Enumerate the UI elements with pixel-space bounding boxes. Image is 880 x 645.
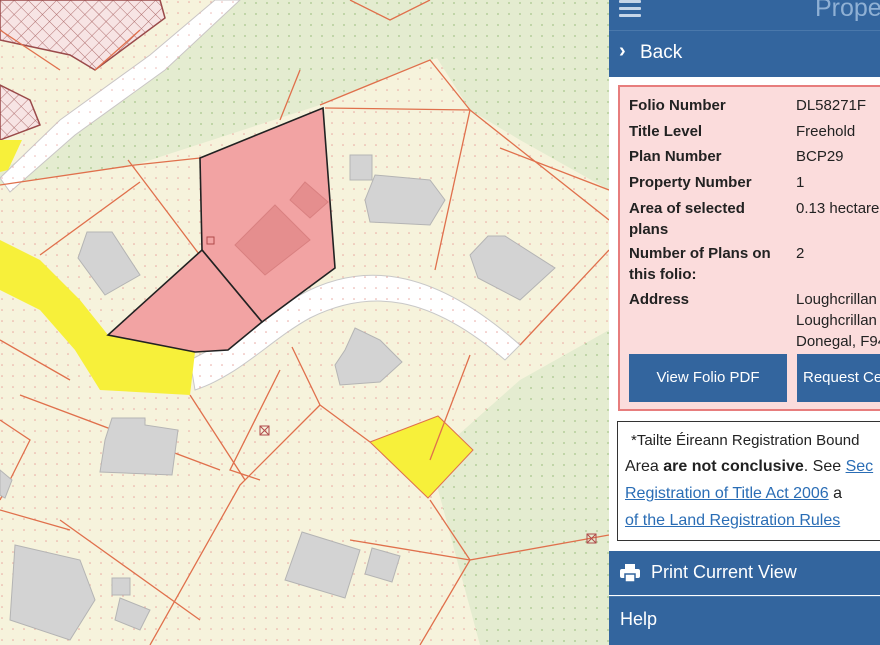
field-value: 2 [796, 245, 805, 262]
disclaimer-text: Area [625, 458, 664, 475]
help-button[interactable]: Help [609, 596, 880, 645]
section-link[interactable]: Sec [846, 458, 874, 475]
disclaimer-line-1: *Tailte Éireann Registration Bound [631, 432, 860, 449]
field-label: Property Number [629, 174, 752, 191]
field-label: Plan Number [629, 148, 722, 165]
print-current-view-button[interactable]: Print Current View [609, 551, 880, 595]
field-label: Title Level [629, 123, 703, 140]
field-label: Folio Number [629, 97, 726, 114]
chevron-right-icon: › [619, 40, 626, 62]
menu-icon[interactable] [619, 0, 641, 18]
field-value: DL58271F [796, 97, 867, 114]
print-label: Print Current View [651, 562, 797, 582]
field-label: Area of selected plans [629, 200, 745, 238]
address-line-1: Loughcrillan [796, 291, 877, 308]
land-registration-rules-link[interactable]: of the Land Registration Rules [625, 512, 840, 529]
panel-title: Prope [815, 0, 880, 22]
property-panel: Prope › Back Folio Number DL58271F Title… [609, 0, 880, 645]
field-value: BCP29 [796, 148, 844, 165]
registration-act-link[interactable]: Registration of Title Act 2006 [625, 485, 829, 502]
disclaimer-bold: are not conclusive [663, 458, 804, 475]
back-button[interactable]: › Back [609, 30, 880, 77]
property-info-card: Folio Number DL58271F Title Level Freeho… [618, 85, 880, 411]
field-value: Loughcrillan Loughcrillan Donegal, F94 [796, 289, 880, 352]
field-value: Freehold [796, 123, 856, 140]
field-label: Number of Plans on this folio: [629, 245, 771, 283]
disclaimer-line-3: Registration of Title Act 2006 a [625, 481, 842, 507]
address-line-3: Donegal, F94 [796, 333, 880, 350]
disclaimer-text: . See [803, 458, 846, 475]
view-folio-pdf-button[interactable]: View Folio PDF [629, 354, 787, 402]
address-line-2: Loughcrillan [796, 312, 877, 329]
disclaimer-text: a [828, 485, 843, 502]
panel-header: Prope [609, 0, 880, 30]
disclaimer-line-2: Area are not conclusive. See Sec [625, 454, 873, 480]
back-label: Back [640, 42, 683, 63]
printer-icon [620, 564, 640, 582]
request-cert-button[interactable]: Request Ce [797, 354, 880, 402]
disclaimer-box: *Tailte Éireann Registration Bound Area … [617, 421, 880, 541]
field-label: Address [629, 291, 690, 308]
field-value: 1 [796, 174, 805, 191]
field-value: 0.13 hectare [796, 200, 880, 217]
map-view[interactable] [0, 0, 609, 645]
disclaimer-line-4: of the Land Registration Rules [625, 508, 840, 534]
help-label: Help [620, 609, 658, 629]
